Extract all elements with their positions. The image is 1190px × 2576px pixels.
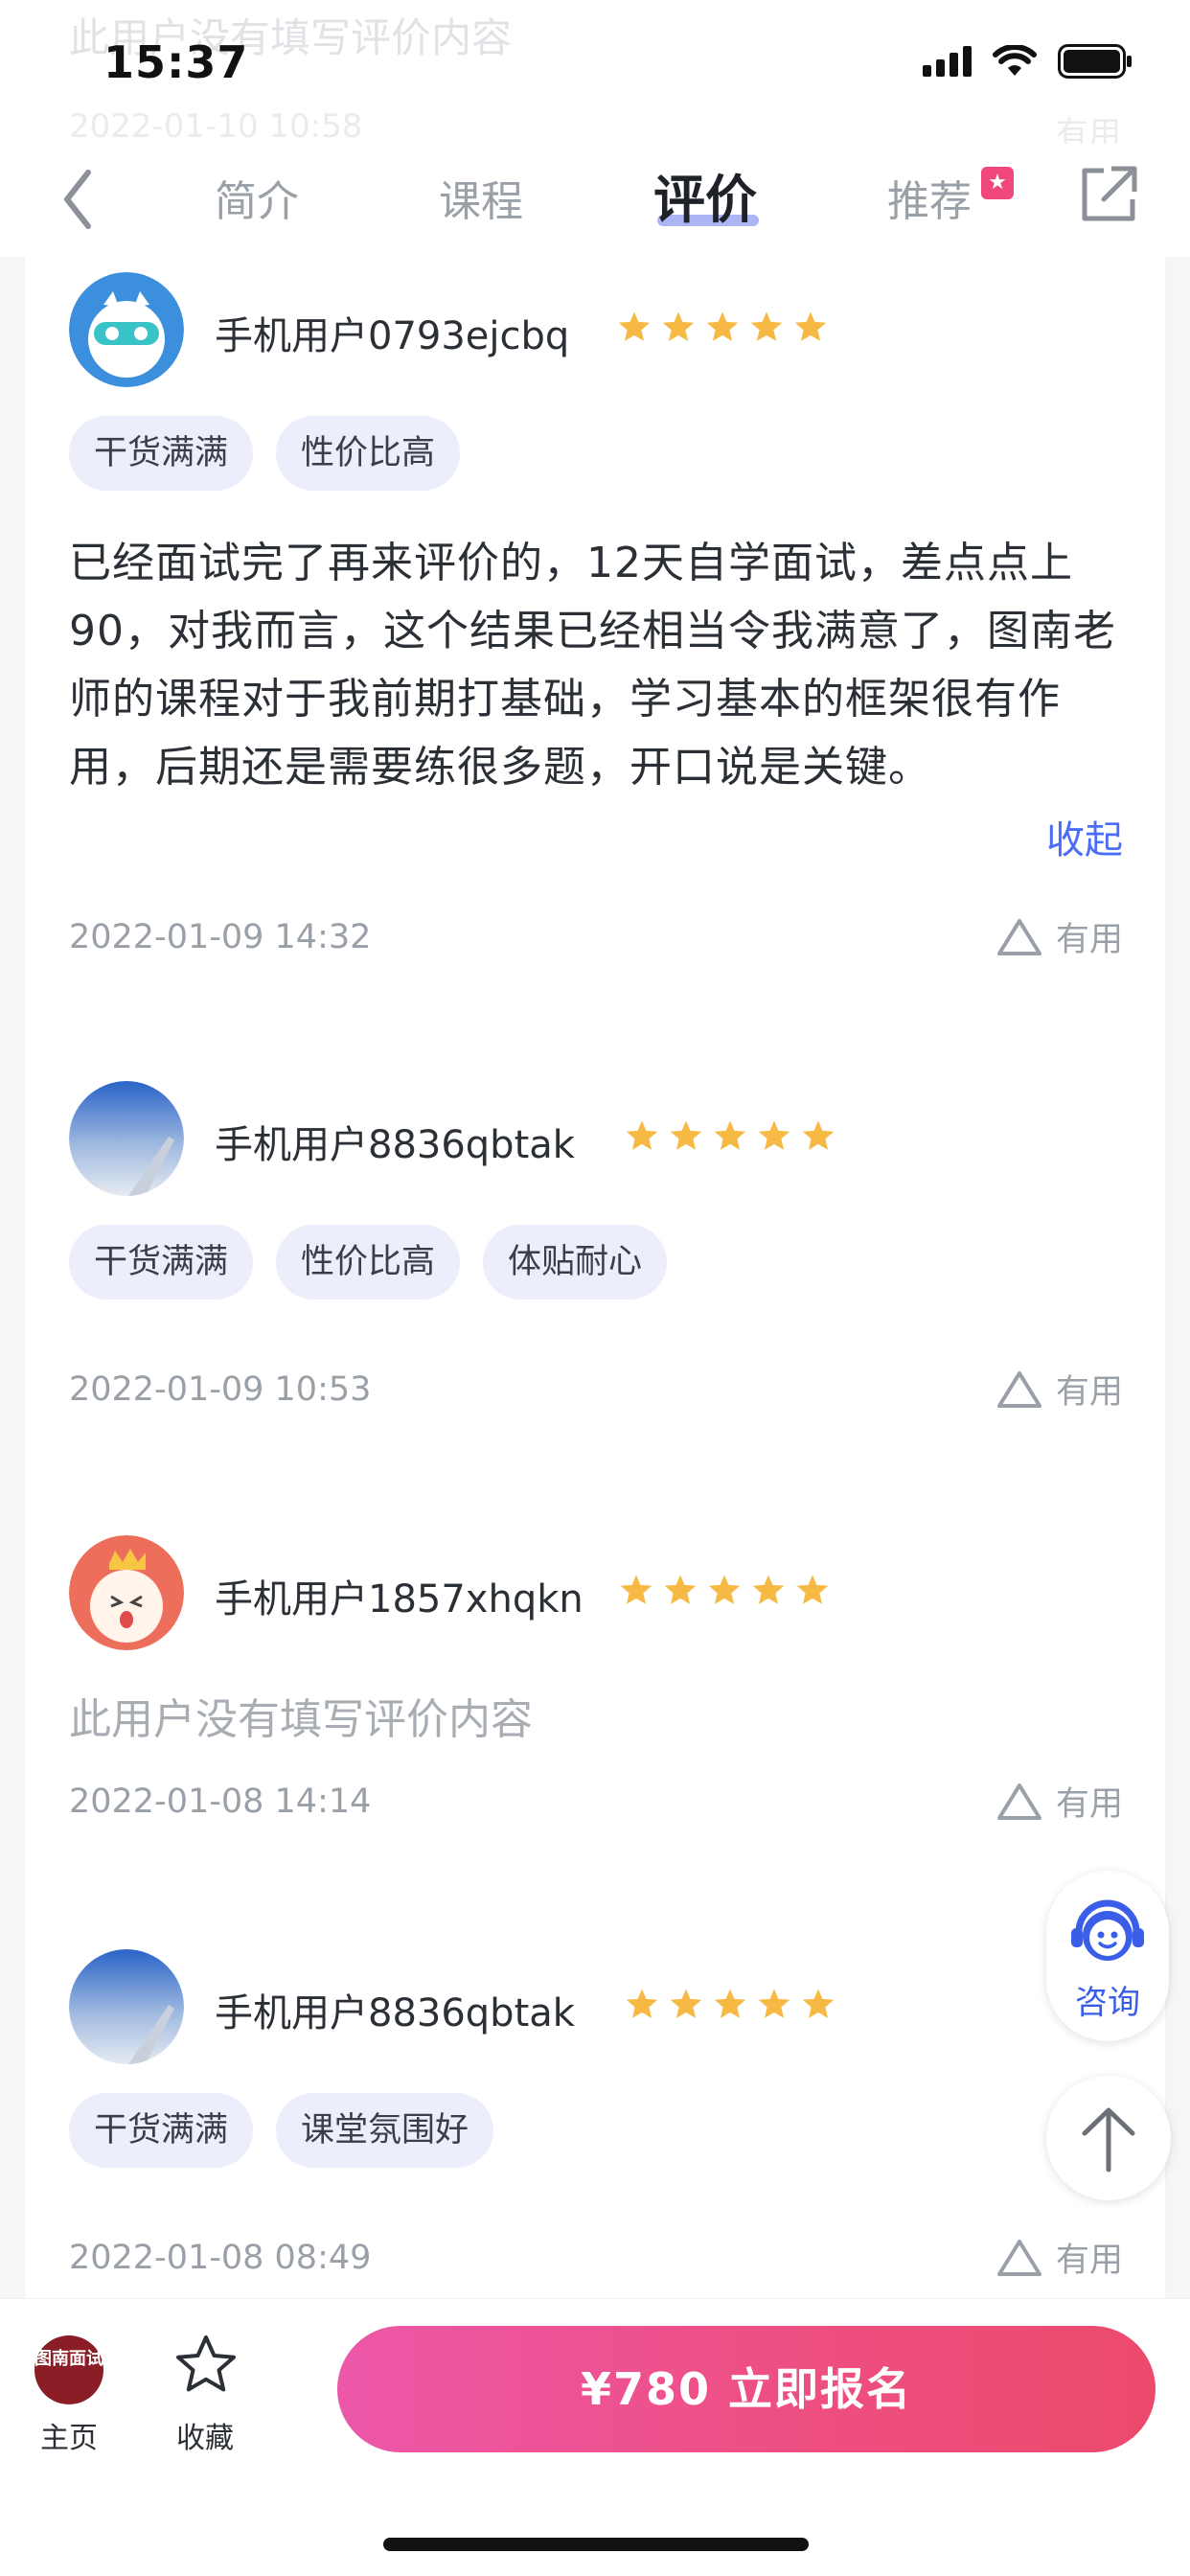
- review-text: 已经面试完了再来评价的，12天自学面试，差点点上90，对我而言，这个结果已经相当…: [69, 539, 1116, 792]
- useful-button[interactable]: 有用: [996, 1365, 1123, 1414]
- review-username: 手机用户8836qbtak: [215, 1123, 575, 1167]
- thumb-triangle-icon: [996, 1370, 1041, 1408]
- useful-label: 有用: [1055, 1785, 1123, 1824]
- star-icon: [626, 1989, 658, 2018]
- collapse-link[interactable]: 收起: [1046, 809, 1123, 864]
- status-time: 15:37: [103, 36, 249, 88]
- review-tag: 干货满满: [69, 2093, 254, 2168]
- star-icon: [670, 1120, 702, 1150]
- review-username: 手机用户0793ejcbq: [215, 314, 570, 358]
- home-label[interactable]: 主页: [40, 2414, 98, 2456]
- review-username: 手机用户8836qbtak: [215, 1991, 575, 2036]
- useful-button[interactable]: 有用: [996, 1777, 1123, 1826]
- review-card: 手机用户8836qbtak 干货满满 课堂氛围好 2022-01-08 08:4…: [69, 1949, 1123, 2304]
- status-icons: [923, 44, 1133, 79]
- review-date: 2022-01-08 14:14: [69, 1782, 372, 1821]
- tab-recommend[interactable]: 推荐: [887, 167, 972, 228]
- review-date: 2022-01-09 10:53: [69, 1370, 372, 1409]
- review-card: 手机用户8836qbtak 干货满满 性价比高 体贴耐心 2022-01-09 …: [69, 1081, 1123, 1436]
- star-icon: [664, 1575, 697, 1604]
- star-icon: [802, 1989, 835, 2018]
- star-icon: [618, 311, 651, 341]
- review-tag: 干货满满: [69, 1225, 254, 1300]
- status-bar: 15:37: [0, 0, 1190, 134]
- review-card: 手机用户0793ejcbq 干货满满 性价比高 已经面试完了再来评价的，12天自…: [69, 272, 1123, 962]
- home-indicator: [383, 2538, 809, 2551]
- cellular-signal-icon: [923, 46, 972, 77]
- bottom-action-bar: 图南面试 主页 收藏 ¥780 立即报名: [0, 2298, 1190, 2576]
- star-icon: [794, 311, 827, 341]
- thumb-triangle-icon: [996, 918, 1041, 955]
- rating-stars: [617, 310, 828, 343]
- top-nav: 简介 课程 评价 推荐 ★: [0, 144, 1190, 257]
- back-to-top-button[interactable]: [1046, 2076, 1171, 2200]
- rating-stars: [619, 1574, 830, 1606]
- recommend-star-badge-icon: ★: [981, 167, 1014, 199]
- review-tag: 性价比高: [276, 416, 461, 491]
- page-background-left: [0, 257, 24, 2298]
- star-icon: [758, 1989, 790, 2018]
- avatar[interactable]: [69, 272, 184, 387]
- star-icon: [796, 1575, 829, 1604]
- consult-button[interactable]: 咨询: [1046, 1871, 1169, 2041]
- rating-stars: [625, 1119, 835, 1152]
- arrow-up-icon: [1082, 2107, 1135, 2173]
- back-arrow-icon[interactable]: [50, 161, 107, 238]
- star-icon: [714, 1120, 746, 1150]
- review-tags: 干货满满 课堂氛围好: [69, 2093, 494, 2168]
- review-tags: 干货满满 性价比高 体贴耐心: [69, 1225, 668, 1300]
- review-tag: 干货满满: [69, 416, 254, 491]
- review-tags: 干货满满 性价比高: [69, 416, 461, 491]
- star-icon: [620, 1575, 652, 1604]
- star-icon: [706, 311, 739, 341]
- thumb-triangle-icon: [996, 2239, 1041, 2276]
- wifi-icon: [993, 45, 1037, 76]
- review-username: 手机用户1857xhqkn: [215, 1577, 584, 1622]
- star-icon: [626, 1120, 658, 1150]
- review-card: 手机用户1857xhqkn 此用户没有填写评价内容 2022-01-08 14:…: [69, 1535, 1123, 1842]
- avatar[interactable]: [69, 1535, 184, 1650]
- star-icon: [750, 311, 783, 341]
- tab-courses[interactable]: 课程: [439, 167, 523, 228]
- review-tag: 体贴耐心: [483, 1225, 668, 1300]
- star-icon: [758, 1120, 790, 1150]
- consult-label: 咨询: [1075, 1984, 1140, 2022]
- battery-icon: [1058, 44, 1132, 79]
- review-date: 2022-01-08 08:49: [69, 2239, 372, 2277]
- useful-button[interactable]: 有用: [996, 2233, 1123, 2282]
- useful-button[interactable]: 有用: [996, 912, 1123, 961]
- star-icon: [752, 1575, 785, 1604]
- useful-label: 有用: [1055, 1373, 1123, 1412]
- review-tag: 课堂氛围好: [276, 2093, 494, 2168]
- thumb-triangle-icon: [996, 1782, 1041, 1820]
- star-outline-icon[interactable]: [174, 2334, 238, 2397]
- star-icon: [708, 1575, 741, 1604]
- avatar[interactable]: [69, 1949, 184, 2064]
- brand-logo[interactable]: 图南面试: [34, 2335, 103, 2404]
- favorite-label[interactable]: 收藏: [176, 2414, 234, 2456]
- page-background-right: [1166, 257, 1190, 2298]
- avatar[interactable]: [69, 1081, 184, 1196]
- review-tag: 性价比高: [276, 1225, 461, 1300]
- useful-label: 有用: [1055, 2242, 1123, 2280]
- star-icon: [714, 1989, 746, 2018]
- review-empty-text: 此用户没有填写评价内容: [69, 1695, 533, 1744]
- tab-intro[interactable]: 简介: [215, 167, 299, 228]
- review-date: 2022-01-09 14:32: [69, 918, 372, 956]
- star-icon: [802, 1120, 835, 1150]
- customer-service-icon: [1071, 1899, 1144, 1961]
- enroll-button[interactable]: ¥780 立即报名: [337, 2326, 1156, 2452]
- useful-label: 有用: [1055, 921, 1123, 959]
- star-icon: [662, 311, 695, 341]
- star-icon: [670, 1989, 702, 2018]
- tab-reviews[interactable]: 评价: [653, 157, 757, 233]
- rating-stars: [625, 1988, 835, 2020]
- share-icon[interactable]: [1075, 161, 1142, 228]
